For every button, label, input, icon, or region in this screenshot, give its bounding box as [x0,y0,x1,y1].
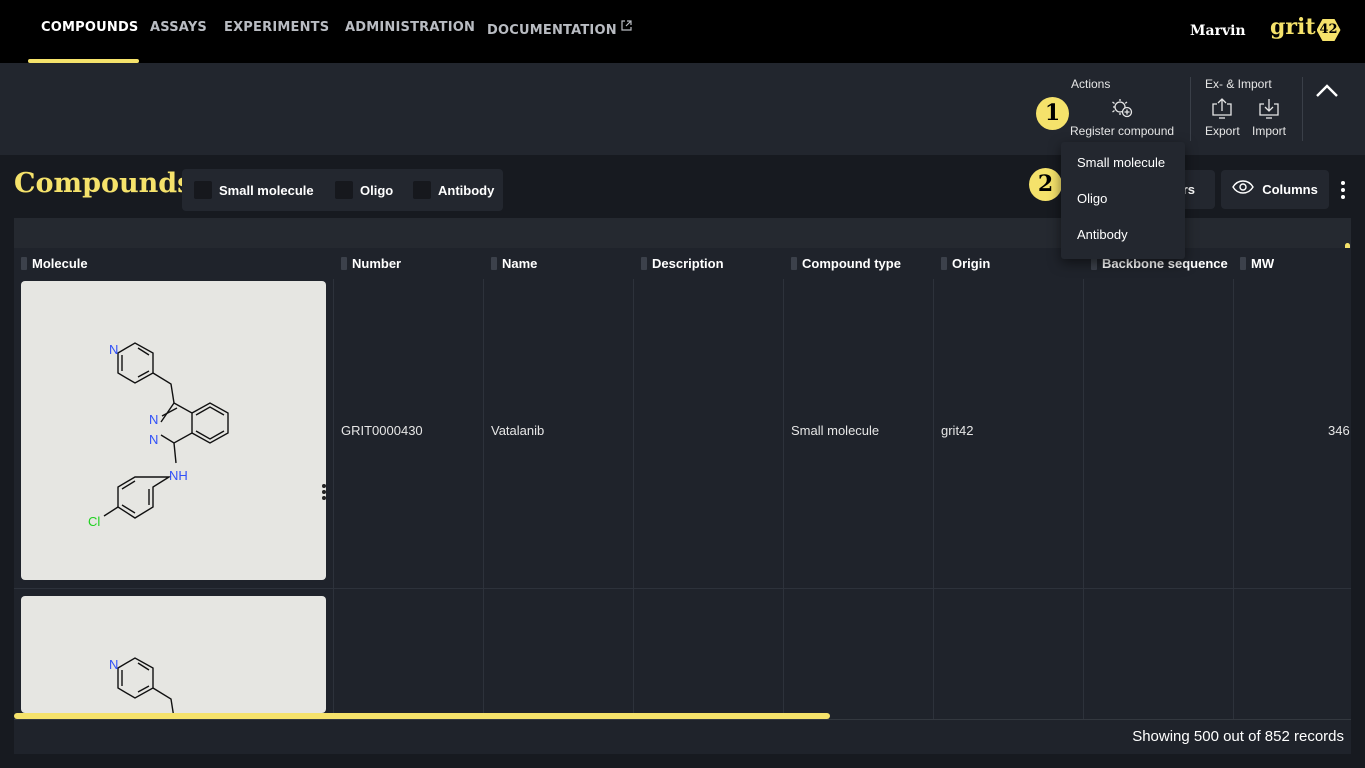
column-grip[interactable] [21,257,27,270]
column-header-molecule[interactable]: Molecule [21,248,88,279]
register-compound-label: Register compound [1070,124,1175,138]
column-grip[interactable] [941,257,947,270]
column-label: Number [352,256,402,271]
toolbar-divider [1302,77,1303,141]
menu-item-small-molecule[interactable]: Small molecule [1077,155,1165,170]
cell-name: Vatalanib [491,423,545,438]
top-nav: COMPOUNDS ASSAYS EXPERIMENTS ADMINISTRAT… [0,0,1365,63]
column-grip[interactable] [641,257,647,270]
external-link-icon [621,20,632,35]
filter-label: Antibody [438,182,495,198]
register-compound-button[interactable]: Register compound [1070,96,1174,138]
table-footer-divider [14,719,1351,720]
collapse-toolbar-button[interactable] [1314,81,1340,106]
import-button[interactable]: Import [1252,96,1286,138]
export-label: Export [1205,124,1240,138]
more-options-button[interactable] [1341,181,1345,202]
molecule-structure[interactable]: N N N NH Cl [21,281,326,580]
filter-antibody[interactable]: Antibody [413,181,494,199]
export-button[interactable]: Export [1205,96,1240,138]
column-header-compound-type[interactable]: Compound type [791,248,901,279]
eximport-group-label: Ex- & Import [1205,77,1272,91]
columns-button-label: Columns [1262,182,1318,197]
filter-small-molecule[interactable]: Small molecule [194,181,314,199]
column-header-number[interactable]: Number [341,248,401,279]
checkbox[interactable] [194,181,212,199]
column-divider [483,279,484,719]
atom-label: N [109,657,118,672]
atom-label: N [149,412,158,427]
atom-label: N [109,342,118,357]
checkbox[interactable] [413,181,431,199]
column-divider [633,279,634,719]
eye-icon [1232,180,1255,199]
import-icon [1252,96,1286,120]
export-icon [1205,96,1240,120]
nav-documentation[interactable]: DOCUMENTATION [487,20,632,38]
register-compound-menu: Small molecule Oligo Antibody [1061,142,1185,259]
atom-label: NH [169,468,188,483]
grit42-logo[interactable]: grit 42 [1270,14,1341,41]
cell-mw: 346 [1328,423,1350,438]
column-label: Compound type [802,256,901,271]
atom-label: Cl [88,514,100,529]
logo-badge: 42 [1316,19,1341,41]
nav-administration[interactable]: ADMINISTRATION [345,20,475,35]
column-header-description[interactable]: Description [641,248,724,279]
nav-assays[interactable]: ASSAYS [150,20,207,35]
column-header-mw[interactable]: MW [1240,248,1274,279]
compound-type-filters: Small molecule Oligo Antibody [182,169,503,211]
column-label: Description [652,256,724,271]
column-divider [933,279,934,719]
nav-experiments[interactable]: EXPERIMENTS [224,20,329,35]
logo-text: grit [1270,14,1316,40]
column-header-origin[interactable]: Origin [941,248,990,279]
column-label: Molecule [32,256,88,271]
cell-origin: grit42 [941,423,974,438]
molecule-structure[interactable]: N [21,596,326,713]
page-title: Compounds [14,168,193,199]
filter-label: Oligo [360,182,394,198]
step-badge-1: 1 [1036,97,1069,130]
column-divider [1083,279,1084,719]
record-count: Showing 500 out of 852 records [1132,728,1344,745]
nav-compounds[interactable]: COMPOUNDS [41,20,139,35]
toolbar-divider [1190,77,1191,141]
column-divider [783,279,784,719]
molecule-options-button[interactable] [322,484,326,502]
actions-group-label: Actions [1071,77,1111,91]
menu-item-oligo[interactable]: Oligo [1077,191,1107,206]
column-label: MW [1251,256,1275,271]
step-badge-2: 2 [1029,168,1062,201]
chevron-up-icon [1314,84,1340,105]
column-divider [1233,279,1234,719]
import-label: Import [1252,124,1287,138]
columns-button[interactable]: Columns [1221,170,1329,209]
column-divider [333,279,334,719]
nav-documentation-label: DOCUMENTATION [487,23,617,38]
filter-label: Small molecule [219,182,314,198]
register-compound-icon [1070,96,1174,120]
checkbox[interactable] [335,181,353,199]
cell-compound-type: Small molecule [791,423,880,438]
cell-number: GRIT0000430 [341,423,423,438]
compounds-table: Molecule Number Name Description Compoun… [14,218,1351,754]
column-label: Name [502,256,538,271]
column-grip[interactable] [791,257,797,270]
column-grip[interactable] [1240,257,1246,270]
column-grip[interactable] [341,257,347,270]
menu-item-antibody[interactable]: Antibody [1077,227,1128,242]
row-divider [14,588,1351,589]
user-menu[interactable]: Marvin [1190,23,1246,39]
filter-oligo[interactable]: Oligo [335,181,393,199]
column-label: Origin [952,256,991,271]
column-grip[interactable] [491,257,497,270]
atom-label: N [149,432,158,447]
column-header-name[interactable]: Name [491,248,537,279]
